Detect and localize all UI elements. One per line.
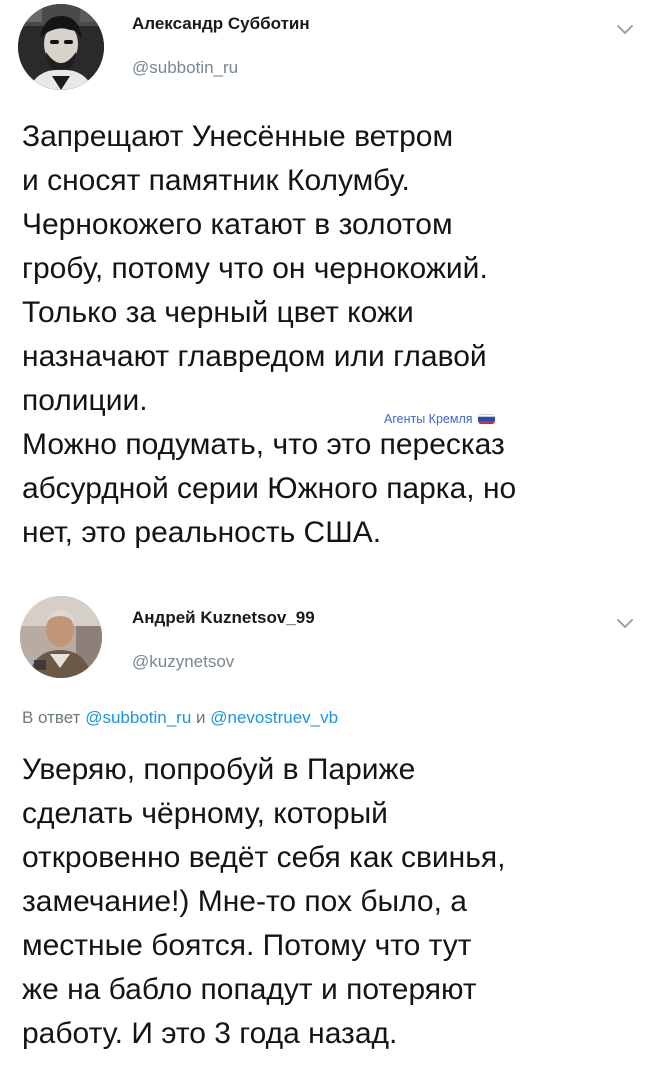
russian-flag-icon [477,414,495,424]
tweet-text-line: замечание!) Мне-то пох было, а [22,885,467,918]
author-handle[interactable]: @kuzynetsov [132,652,234,672]
tweet-text-line: гробу, потому что он чернокожий. [22,252,488,285]
tweet-text-line: Уверяю, попробуй в Париже [22,753,416,786]
watermark: Агенты Кремля [384,412,495,426]
author-name[interactable]: Андрей Kuznetsov_99 [132,608,315,628]
reply-prefix: В ответ [22,708,81,727]
avatar[interactable] [20,596,102,678]
tweet-text-line: Чернокожего катают в золотом [22,208,453,241]
avatar-photo [18,4,104,90]
author-handle[interactable]: @subbotin_ru [132,58,238,78]
mention-link[interactable]: @subbotin_ru [85,708,191,727]
author-name[interactable]: Александр Субботин [132,14,310,34]
avatar[interactable] [18,4,104,90]
tweet-text: Запрещают Унесённые ветром и сносят памя… [22,115,649,555]
tweet-text-line: назначают главредом или главой [22,340,487,373]
tweet-text-line: Можно подумать, что это пересказ [22,428,505,461]
tweet-text: Уверяю, попробуй в Париже сделать чёрном… [22,748,649,1056]
tweet-text-line: откровенно ведёт себя как свинья, [22,841,506,874]
tweet-text-line: сделать чёрному, который [22,797,388,830]
mention-link[interactable]: @nevostruev_vb [210,708,338,727]
reply-tweet-card: Андрей Kuznetsov_99 @kuzynetsov В ответ … [0,590,661,1080]
tweet-text-line: работу. И это 3 года назад. [22,1017,398,1050]
watermark-text: Агенты Кремля [384,412,473,426]
tweet-text-line: же на бабло попадут и потеряют [22,973,477,1006]
tweet-text-line: местные боятся. Потому что тут [22,929,472,962]
tweet-card: Александр Субботин @subbotin_ru Запрещаю… [0,0,661,590]
tweet-text-line: нет, это реальность США. [22,516,382,549]
reply-context: В ответ @subbotin_ru и @nevostruev_vb [22,708,338,728]
avatar-photo [20,596,102,678]
tweet-text-line: Только за черный цвет кожи [22,296,414,329]
tweet-text-line: полиции. [22,384,148,417]
tweet-text-line: абсурдной серии Южного парка, но [22,472,517,505]
chevron-down-icon[interactable] [615,616,635,630]
tweet-text-line: и сносят памятник Колумбу. [22,164,410,197]
chevron-down-icon[interactable] [615,22,635,36]
reply-conjunction: и [196,708,206,727]
tweet-text-line: Запрещают Унесённые ветром [22,120,454,153]
